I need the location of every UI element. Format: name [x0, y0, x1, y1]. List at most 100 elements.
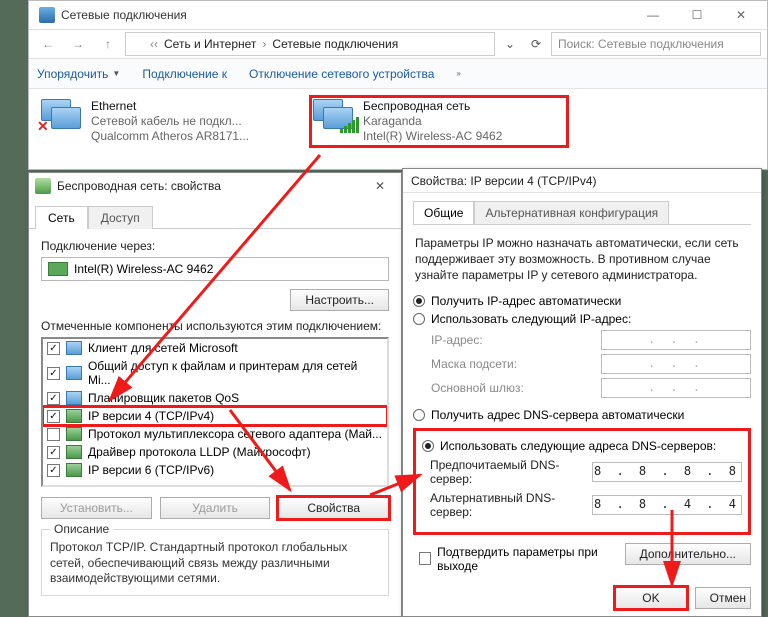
- radio-auto-dns[interactable]: Получить адрес DNS-сервера автоматически: [413, 408, 751, 422]
- checkbox[interactable]: [47, 342, 60, 355]
- list-item[interactable]: Клиент для сетей Microsoft: [43, 339, 387, 357]
- window-title: Сетевые подключения: [61, 8, 631, 22]
- nav-back-button[interactable]: ←: [35, 32, 61, 56]
- dialog-titlebar[interactable]: Беспроводная сеть: свойства ✕: [29, 173, 401, 199]
- install-button[interactable]: Установить...: [41, 497, 152, 519]
- nav-up-button[interactable]: ↑: [95, 32, 121, 56]
- maximize-button[interactable]: ☐: [675, 2, 719, 28]
- subnet-mask-label: Маска подсети:: [431, 357, 593, 371]
- preferred-dns-label: Предпочитаемый DNS-сервер:: [430, 458, 584, 486]
- tab-alt-config[interactable]: Альтернативная конфигурация: [474, 201, 669, 224]
- crumb-2[interactable]: Сетевые подключения: [272, 37, 398, 51]
- checkbox[interactable]: [47, 392, 60, 405]
- checkbox[interactable]: [47, 446, 60, 459]
- protocol-icon: [66, 409, 82, 423]
- tabstrip: Общие Альтернативная конфигурация: [413, 201, 751, 225]
- dialog-title: Свойства: IP версии 4 (TCP/IPv4): [403, 169, 761, 193]
- adapter-name: Ethernet: [91, 99, 249, 114]
- search-input[interactable]: Поиск: Сетевые подключения: [551, 32, 761, 56]
- properties-button[interactable]: Свойства: [278, 497, 389, 519]
- checkbox[interactable]: [47, 367, 60, 380]
- protocol-icon: [66, 427, 82, 441]
- radio-icon: [413, 313, 425, 325]
- nic-icon: [48, 262, 68, 276]
- description-group: Описание Протокол TCP/IP. Стандартный пр…: [41, 529, 389, 596]
- radio-icon: [413, 409, 425, 421]
- wifi-properties-dialog: Беспроводная сеть: свойства ✕ Сеть Досту…: [28, 172, 402, 617]
- tab-general[interactable]: Общие: [413, 201, 474, 224]
- adapter-status: Karaganda: [363, 114, 502, 129]
- titlebar[interactable]: Сетевые подключения — ☐ ✕: [29, 1, 767, 29]
- radio-auto-ip[interactable]: Получить IP-адрес автоматически: [413, 294, 751, 308]
- network-connections-window: Сетевые подключения — ☐ ✕ ← → ↑ ‹‹ Сеть …: [28, 0, 768, 170]
- ip-address-label: IP-адрес:: [431, 333, 593, 347]
- remove-button[interactable]: Удалить: [160, 497, 271, 519]
- gateway-label: Основной шлюз:: [431, 381, 593, 395]
- ok-button[interactable]: OK: [615, 587, 686, 609]
- network-icon: [39, 7, 55, 23]
- breadcrumb-bar[interactable]: ‹‹ Сеть и Интернет › Сетевые подключения: [125, 32, 495, 56]
- chevron-right-icon: »: [456, 69, 460, 78]
- list-item-ipv4[interactable]: IP версии 4 (TCP/IPv4): [43, 407, 387, 425]
- description-text: Протокол TCP/IP. Стандартный протокол гл…: [50, 540, 380, 587]
- preferred-dns-input[interactable]: 8 . 8 . 8 . 8: [592, 462, 742, 482]
- radio-icon: [422, 440, 434, 452]
- list-item[interactable]: IP версии 6 (TCP/IPv6): [43, 461, 387, 479]
- refresh-button[interactable]: ⟳: [525, 37, 547, 51]
- ip-address-input[interactable]: . . .: [601, 330, 751, 350]
- minimize-button[interactable]: —: [631, 2, 675, 28]
- gateway-input[interactable]: . . .: [601, 378, 751, 398]
- crumb-1[interactable]: Сеть и Интернет: [164, 37, 256, 51]
- chevron-right-icon: ‹‹: [150, 37, 158, 51]
- checkbox[interactable]: [47, 410, 60, 423]
- alternate-dns-input[interactable]: 8 . 8 . 4 . 4: [592, 495, 742, 515]
- signal-bars-icon: [340, 117, 359, 133]
- chevron-down-icon: ▼: [112, 69, 120, 78]
- list-item[interactable]: Планировщик пакетов QoS: [43, 389, 387, 407]
- address-dropdown[interactable]: ⌄: [499, 37, 521, 51]
- protocol-icon: [66, 445, 82, 459]
- adapter-driver: Qualcomm Atheros AR8171...: [91, 129, 249, 144]
- disable-device-menu[interactable]: Отключение сетевого устройства: [249, 67, 434, 81]
- hint-text: Параметры IP можно назначать автоматичес…: [415, 235, 749, 284]
- radio-manual-ip[interactable]: Использовать следующий IP-адрес:: [413, 312, 751, 326]
- adapters-pane: ✕ Ethernet Сетевой кабель не подкл... Qu…: [29, 89, 767, 154]
- advanced-button[interactable]: Дополнительно...: [625, 543, 751, 565]
- cancel-button[interactable]: Отмен: [695, 587, 751, 609]
- subnet-mask-input[interactable]: . . .: [601, 354, 751, 374]
- more-commands[interactable]: »: [456, 69, 460, 78]
- components-listbox[interactable]: Клиент для сетей Microsoft Общий доступ …: [41, 337, 389, 487]
- tab-network[interactable]: Сеть: [35, 206, 88, 229]
- tab-access[interactable]: Доступ: [88, 206, 153, 229]
- description-title: Описание: [50, 522, 113, 536]
- client-icon: [66, 341, 82, 355]
- radio-manual-dns[interactable]: Использовать следующие адреса DNS-сервер…: [422, 439, 742, 453]
- organize-menu[interactable]: Упорядочить▼: [37, 67, 120, 81]
- adapter-display: Intel(R) Wireless-AC 9462: [41, 257, 389, 281]
- dns-highlight-box: Использовать следующие адреса DNS-сервер…: [413, 428, 751, 535]
- command-bar: Упорядочить▼ Подключение к Отключение се…: [29, 59, 767, 89]
- connect-via-label: Подключение через:: [41, 239, 389, 253]
- list-item[interactable]: Протокол мультиплексора сетевого адаптер…: [43, 425, 387, 443]
- alternate-dns-label: Альтернативный DNS-сервер:: [430, 491, 584, 519]
- dialog-title: Беспроводная сеть: свойства: [57, 179, 365, 193]
- wifi-icon: [313, 99, 355, 133]
- checkbox[interactable]: [47, 428, 60, 441]
- close-button[interactable]: ✕: [719, 2, 763, 28]
- close-icon[interactable]: ✕: [365, 179, 395, 193]
- checkbox[interactable]: [419, 552, 431, 565]
- adapter-ethernet[interactable]: ✕ Ethernet Сетевой кабель не подкл... Qu…: [37, 95, 297, 148]
- list-item[interactable]: Общий доступ к файлам и принтерам для се…: [43, 357, 387, 389]
- connect-to-menu[interactable]: Подключение к: [142, 67, 227, 81]
- configure-button[interactable]: Настроить...: [290, 289, 389, 311]
- ipv4-properties-dialog: Свойства: IP версии 4 (TCP/IPv4) Общие А…: [402, 168, 762, 617]
- adapter-icon: [35, 178, 51, 194]
- adapter-driver: Intel(R) Wireless-AC 9462: [363, 129, 502, 144]
- checkbox[interactable]: [47, 464, 60, 477]
- list-item[interactable]: Драйвер протокола LLDP (Майкрософт): [43, 443, 387, 461]
- protocol-icon: [66, 463, 82, 477]
- address-toolbar: ← → ↑ ‹‹ Сеть и Интернет › Сетевые подкл…: [29, 29, 767, 59]
- confirm-on-exit-checkbox[interactable]: Подтвердить параметры при выходе: [419, 545, 625, 573]
- nav-forward-button[interactable]: →: [65, 32, 91, 56]
- adapter-wifi[interactable]: Беспроводная сеть Karaganda Intel(R) Wir…: [309, 95, 569, 148]
